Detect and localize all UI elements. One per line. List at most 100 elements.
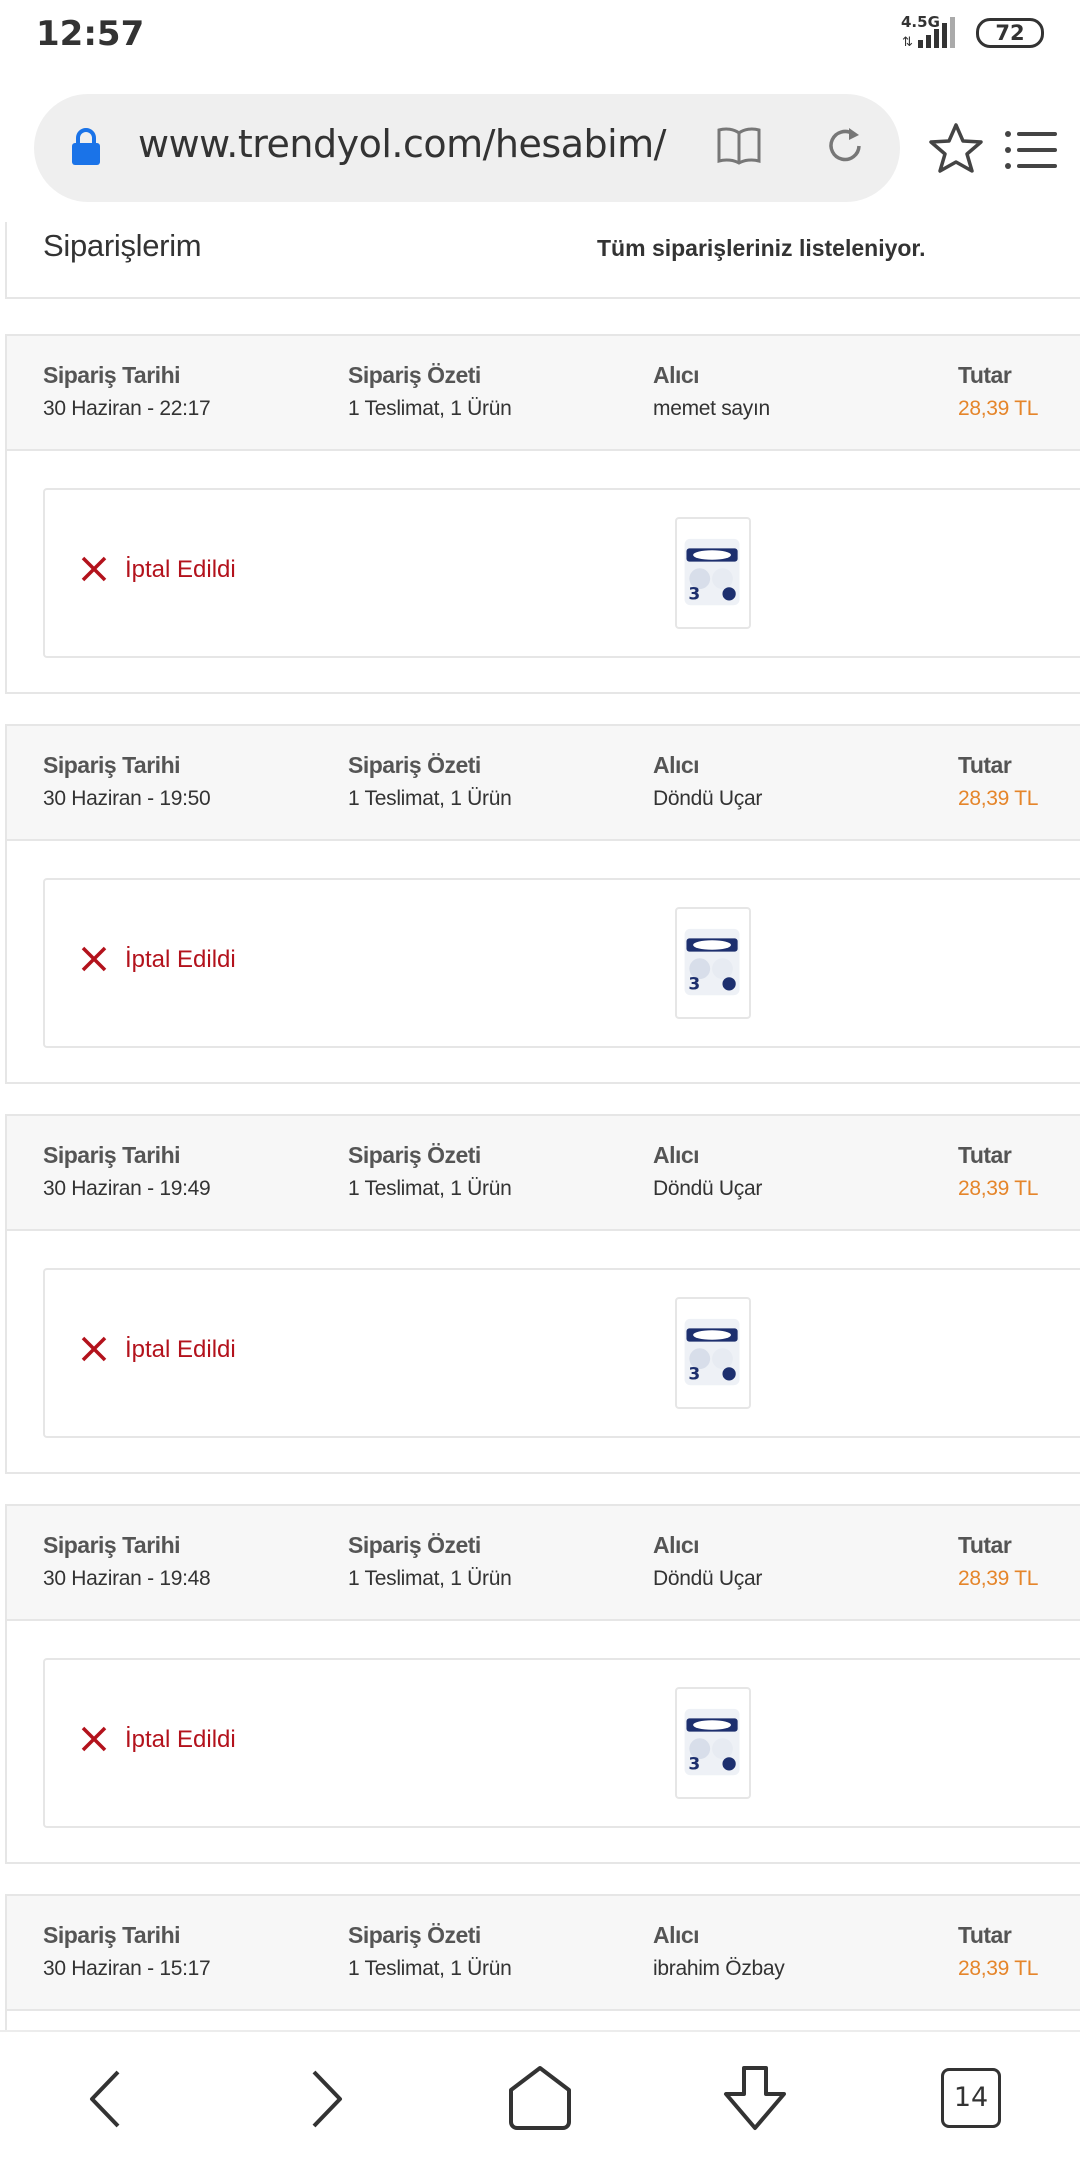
order-card[interactable]: Sipariş Tarihi 30 Haziran - 19:50 Sipari… xyxy=(5,724,1080,1084)
shipment-box[interactable]: İptal Edildi 3 xyxy=(43,1658,1080,1828)
product-image-icon: 3 xyxy=(684,538,740,606)
order-total: Tutar 28,39 TL xyxy=(958,752,1038,811)
order-recipient: Alıcı memet sayın xyxy=(653,362,770,421)
order-total-value: 28,39 TL xyxy=(958,1567,1039,1590)
product-thumbnail[interactable]: 3 xyxy=(675,517,751,629)
browser-toolbar: www.trendyol.com/hesabim/s xyxy=(0,80,1080,220)
order-total-label: Tutar xyxy=(958,752,1012,778)
shipment-box[interactable]: İptal Edildi 3 xyxy=(43,878,1080,1048)
product-image-icon: 3 xyxy=(684,928,740,996)
forward-icon[interactable] xyxy=(290,2064,360,2134)
cancelled-icon xyxy=(81,946,107,972)
browser-bottom-nav: 14 xyxy=(0,2030,1080,2160)
order-card[interactable]: Sipariş Tarihi 30 Haziran - 19:49 Sipari… xyxy=(5,1114,1080,1474)
order-recipient-label: Alıcı xyxy=(653,362,700,388)
reload-icon[interactable] xyxy=(823,124,867,168)
home-icon[interactable] xyxy=(505,2064,575,2134)
order-header: Sipariş Tarihi 30 Haziran - 15:17 Sipari… xyxy=(7,1896,1080,2011)
order-date: Sipariş Tarihi 30 Haziran - 15:17 xyxy=(43,1922,211,1981)
shipment-box[interactable]: İptal Edildi 3 xyxy=(43,1268,1080,1438)
order-status: İptal Edildi xyxy=(125,1726,236,1753)
signal-icon: ⇅ xyxy=(902,17,955,50)
order-total: Tutar 28,39 TL xyxy=(958,1922,1038,1981)
page-subtitle: Tüm siparişleriniz listeleniyor. xyxy=(597,235,926,261)
order-total-label: Tutar xyxy=(958,1532,1012,1558)
order-recipient-value: Döndü Uçar xyxy=(653,1567,763,1590)
order-total: Tutar 28,39 TL xyxy=(958,362,1038,421)
order-summary: Sipariş Özeti 1 Teslimat, 1 Ürün xyxy=(348,362,512,421)
order-recipient: Alıcı Döndü Uçar xyxy=(653,1532,762,1591)
order-card[interactable]: Sipariş Tarihi 30 Haziran - 19:48 Sipari… xyxy=(5,1504,1080,1864)
order-total-label: Tutar xyxy=(958,1922,1012,1948)
order-summary-value: 1 Teslimat, 1 Ürün xyxy=(348,1957,512,1980)
star-icon[interactable] xyxy=(928,122,984,174)
order-recipient-label: Alıcı xyxy=(653,1922,700,1948)
order-summary: Sipariş Özeti 1 Teslimat, 1 Ürün xyxy=(348,1922,512,1981)
order-date: Sipariş Tarihi 30 Haziran - 19:48 xyxy=(43,1532,211,1591)
order-total-label: Tutar xyxy=(958,362,1012,388)
order-total-label: Tutar xyxy=(958,1142,1012,1168)
order-date: Sipariş Tarihi 30 Haziran - 22:17 xyxy=(43,362,211,421)
order-summary-label: Sipariş Özeti xyxy=(348,1142,481,1168)
order-summary: Sipariş Özeti 1 Teslimat, 1 Ürün xyxy=(348,752,512,811)
order-recipient-label: Alıcı xyxy=(653,752,700,778)
svg-text:⇅: ⇅ xyxy=(902,35,913,50)
order-recipient-value: memet sayın xyxy=(653,397,770,420)
order-date: Sipariş Tarihi 30 Haziran - 19:49 xyxy=(43,1142,211,1201)
product-thumbnail[interactable]: 3 xyxy=(675,907,751,1019)
url-text[interactable]: www.trendyol.com/hesabim/s xyxy=(138,122,668,166)
status-time: 12:57 xyxy=(36,14,145,54)
status-bar: 12:57 4.5G ⇅ 72 xyxy=(0,0,1080,70)
order-total: Tutar 28,39 TL xyxy=(958,1142,1038,1201)
order-recipient-label: Alıcı xyxy=(653,1532,700,1558)
order-date-label: Sipariş Tarihi xyxy=(43,362,181,388)
order-header: Sipariş Tarihi 30 Haziran - 22:17 Sipari… xyxy=(7,336,1080,451)
svg-text:3: 3 xyxy=(688,975,700,995)
order-recipient-label: Alıcı xyxy=(653,1142,700,1168)
order-summary: Sipariş Özeti 1 Teslimat, 1 Ürün xyxy=(348,1532,512,1591)
orders-header: Siparişlerim Tüm siparişleriniz listelen… xyxy=(5,222,1080,299)
order-summary-label: Sipariş Özeti xyxy=(348,1922,481,1948)
product-image-icon: 3 xyxy=(684,1318,740,1386)
order-total-value: 28,39 TL xyxy=(958,397,1039,420)
order-date-value: 30 Haziran - 19:50 xyxy=(43,787,211,810)
order-recipient: Alıcı Döndü Uçar xyxy=(653,752,762,811)
order-date-label: Sipariş Tarihi xyxy=(43,1532,181,1558)
battery-icon: 72 xyxy=(976,18,1044,48)
order-date-label: Sipariş Tarihi xyxy=(43,1142,181,1168)
order-recipient-value: Döndü Uçar xyxy=(653,787,763,810)
order-summary-value: 1 Teslimat, 1 Ürün xyxy=(348,787,512,810)
download-icon[interactable] xyxy=(720,2064,790,2134)
order-card[interactable]: Sipariş Tarihi 30 Haziran - 22:17 Sipari… xyxy=(5,334,1080,694)
lock-icon xyxy=(72,128,100,165)
order-summary: Sipariş Özeti 1 Teslimat, 1 Ürün xyxy=(348,1142,512,1201)
product-thumbnail[interactable]: 3 xyxy=(675,1297,751,1409)
shipment-box[interactable]: İptal Edildi 3 xyxy=(43,488,1080,658)
order-summary-value: 1 Teslimat, 1 Ürün xyxy=(348,1567,512,1590)
order-recipient-value: ibrahim Özbay xyxy=(653,1957,785,1980)
order-recipient: Alıcı Döndü Uçar xyxy=(653,1142,762,1201)
cancelled-icon xyxy=(81,556,107,582)
order-card[interactable]: Sipariş Tarihi 30 Haziran - 15:17 Sipari… xyxy=(5,1894,1080,2030)
menu-icon[interactable] xyxy=(1004,128,1058,172)
order-recipient: Alıcı ibrahim Özbay xyxy=(653,1922,785,1981)
order-date-label: Sipariş Tarihi xyxy=(43,1922,181,1948)
tabs-button[interactable]: 14 xyxy=(941,2068,1001,2128)
cancelled-icon xyxy=(81,1336,107,1362)
order-summary-label: Sipariş Özeti xyxy=(348,1532,481,1558)
order-date-value: 30 Haziran - 22:17 xyxy=(43,397,211,420)
order-total-value: 28,39 TL xyxy=(958,1957,1039,1980)
reader-mode-icon[interactable] xyxy=(716,125,762,165)
order-date-value: 30 Haziran - 19:48 xyxy=(43,1567,211,1590)
order-date-label: Sipariş Tarihi xyxy=(43,752,181,778)
order-date-value: 30 Haziran - 19:49 xyxy=(43,1177,211,1200)
battery-level: 72 xyxy=(995,21,1025,45)
order-summary-label: Sipariş Özeti xyxy=(348,362,481,388)
product-thumbnail[interactable]: 3 xyxy=(675,1687,751,1799)
order-date-value: 30 Haziran - 15:17 xyxy=(43,1957,211,1980)
order-recipient-value: Döndü Uçar xyxy=(653,1177,763,1200)
back-icon[interactable] xyxy=(72,2064,142,2134)
order-summary-value: 1 Teslimat, 1 Ürün xyxy=(348,397,512,420)
order-status: İptal Edildi xyxy=(125,1336,236,1363)
page-title: Siparişlerim xyxy=(43,228,202,263)
